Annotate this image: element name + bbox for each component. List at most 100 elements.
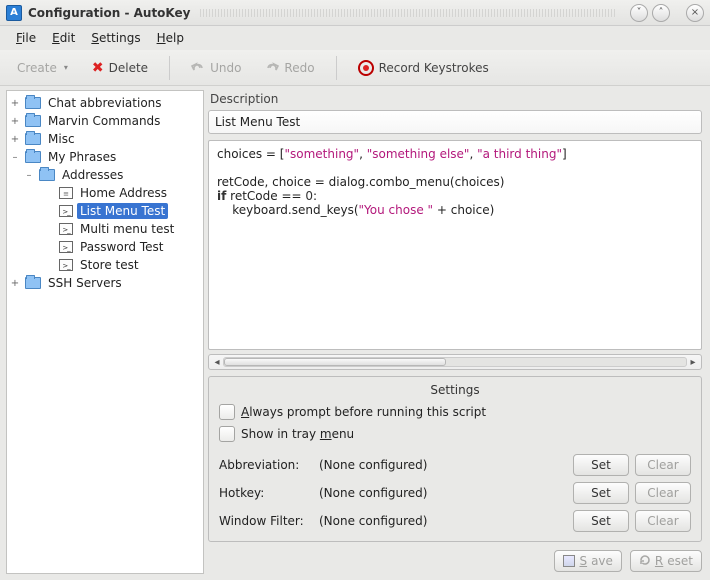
menu-settings[interactable]: Settings: [83, 29, 148, 47]
script-icon: [59, 259, 73, 271]
menu-file[interactable]: File: [8, 29, 44, 47]
tree-label: Store test: [77, 257, 142, 273]
undo-label: Undo: [210, 61, 241, 75]
record-label: Record Keystrokes: [379, 61, 489, 75]
toolbar-separator: [169, 56, 170, 80]
settings-heading: Settings: [219, 383, 691, 397]
tree-node-folder[interactable]: + Marvin Commands: [7, 112, 203, 130]
tree-node-folder[interactable]: – My Phrases: [7, 148, 203, 166]
script-icon: [59, 205, 73, 217]
window-filter-clear-button[interactable]: Clear: [635, 510, 691, 532]
tree-label: Marvin Commands: [45, 113, 163, 129]
folder-icon: [39, 169, 55, 181]
expander-icon[interactable]: +: [9, 278, 21, 289]
horizontal-scrollbar[interactable]: ◂ ▸: [208, 354, 702, 370]
tree-label: Home Address: [77, 185, 170, 201]
tree-label: Addresses: [59, 167, 126, 183]
record-keystrokes-button[interactable]: Record Keystrokes: [349, 55, 498, 81]
abbreviation-set-button[interactable]: Set: [573, 454, 629, 476]
toolbar-separator: [336, 56, 337, 80]
tree-node-item[interactable]: List Menu Test: [7, 202, 203, 220]
tree-node-folder[interactable]: + Chat abbreviations: [7, 94, 203, 112]
chevron-down-icon: ▾: [64, 63, 68, 72]
delete-label: Delete: [109, 61, 148, 75]
scroll-left-icon[interactable]: ◂: [211, 357, 223, 368]
redo-icon: [265, 61, 279, 75]
expander-icon[interactable]: +: [9, 134, 21, 145]
menu-settings-label: ettings: [99, 31, 141, 45]
delete-button[interactable]: ✖ Delete: [83, 55, 157, 81]
hotkey-value: (None configured): [319, 486, 573, 500]
tree-label: SSH Servers: [45, 275, 125, 291]
settings-panel: Settings Always prompt before running th…: [208, 376, 702, 542]
redo-button[interactable]: Redo: [256, 56, 323, 80]
expander-icon[interactable]: –: [9, 152, 21, 163]
scroll-thumb[interactable]: [224, 358, 446, 366]
footer-buttons: Save Reset: [208, 550, 702, 572]
app-icon: A: [6, 5, 22, 21]
reset-icon: [639, 554, 651, 569]
script-icon: [59, 223, 73, 235]
tree-node-folder[interactable]: + SSH Servers: [7, 274, 203, 292]
script-editor[interactable]: choices = ["something", "something else"…: [208, 140, 702, 350]
undo-icon: [191, 61, 205, 75]
abbreviation-label: Abbreviation:: [219, 458, 319, 472]
tree-label: List Menu Test: [77, 203, 168, 219]
abbreviation-value: (None configured): [319, 458, 573, 472]
menu-bar: File Edit Settings Help: [0, 26, 710, 50]
redo-label: Redo: [284, 61, 314, 75]
save-button[interactable]: Save: [554, 550, 621, 572]
minimize-button[interactable]: ˅: [630, 4, 648, 22]
expander-icon[interactable]: –: [23, 170, 35, 181]
menu-file-label: ile: [22, 31, 36, 45]
menu-edit[interactable]: Edit: [44, 29, 83, 47]
folder-icon: [25, 115, 41, 127]
folder-icon: [25, 151, 41, 163]
folder-icon: [25, 277, 41, 289]
tree-label: Password Test: [77, 239, 167, 255]
undo-button[interactable]: Undo: [182, 56, 250, 80]
tree-label: Chat abbreviations: [45, 95, 165, 111]
always-prompt-checkbox[interactable]: [219, 404, 235, 420]
tree-label: Multi menu test: [77, 221, 177, 237]
title-bar: A Configuration - AutoKey ˅ ˄ ×: [0, 0, 710, 26]
phrase-icon: [59, 187, 73, 199]
window-title: Configuration - AutoKey: [28, 6, 190, 20]
maximize-button[interactable]: ˄: [652, 4, 670, 22]
detail-panel: Description choices = ["something", "som…: [208, 90, 702, 574]
menu-help-label: elp: [166, 31, 184, 45]
folder-tree[interactable]: + Chat abbreviations + Marvin Commands + Mi…: [6, 90, 204, 574]
create-button[interactable]: Create ▾: [8, 56, 77, 80]
close-button[interactable]: ×: [686, 4, 704, 22]
toolbar: Create ▾ ✖ Delete Undo Redo Record Keystr…: [0, 50, 710, 86]
menu-help[interactable]: Help: [149, 29, 192, 47]
create-label: Create: [17, 61, 57, 75]
record-icon: [358, 60, 374, 76]
folder-icon: [25, 97, 41, 109]
tree-label: Misc: [45, 131, 78, 147]
tree-label: My Phrases: [45, 149, 119, 165]
tree-node-item[interactable]: Home Address: [7, 184, 203, 202]
menu-edit-label: dit: [60, 31, 76, 45]
description-input[interactable]: [208, 110, 702, 134]
tree-node-item[interactable]: Store test: [7, 256, 203, 274]
main-split: + Chat abbreviations + Marvin Commands + Mi…: [0, 86, 710, 580]
show-tray-label: Show in tray menu: [241, 427, 354, 441]
scroll-right-icon[interactable]: ▸: [687, 357, 699, 368]
window-filter-set-button[interactable]: Set: [573, 510, 629, 532]
abbreviation-clear-button[interactable]: Clear: [635, 454, 691, 476]
titlebar-grip: [200, 9, 616, 17]
script-icon: [59, 241, 73, 253]
expander-icon[interactable]: +: [9, 116, 21, 127]
show-tray-checkbox[interactable]: [219, 426, 235, 442]
save-icon: [563, 555, 575, 567]
tree-node-folder[interactable]: + Misc: [7, 130, 203, 148]
hotkey-set-button[interactable]: Set: [573, 482, 629, 504]
tree-node-item[interactable]: Password Test: [7, 238, 203, 256]
expander-icon[interactable]: +: [9, 98, 21, 109]
scroll-track[interactable]: [223, 357, 687, 367]
reset-button[interactable]: Reset: [630, 550, 702, 572]
tree-node-item[interactable]: Multi menu test: [7, 220, 203, 238]
hotkey-clear-button[interactable]: Clear: [635, 482, 691, 504]
tree-node-folder[interactable]: – Addresses: [7, 166, 203, 184]
